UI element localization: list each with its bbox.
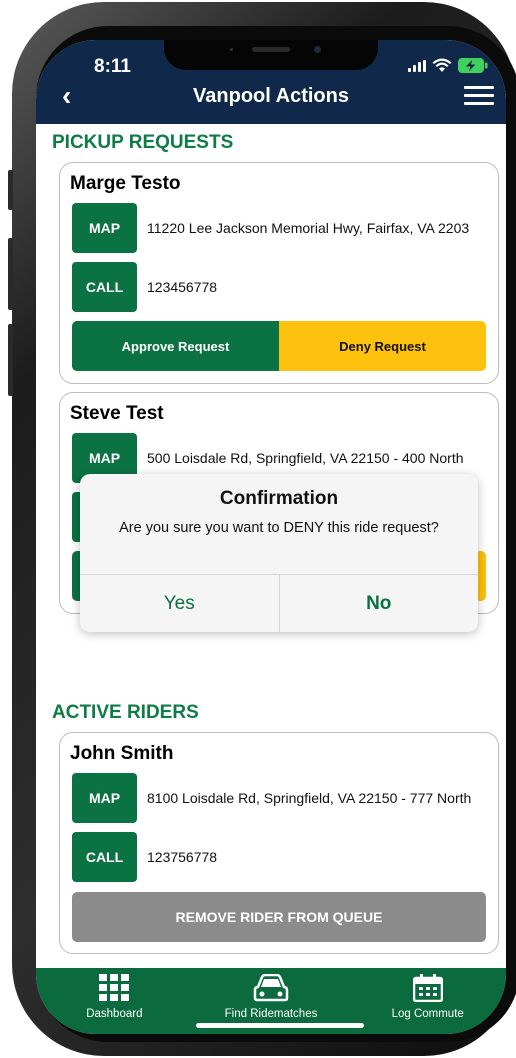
- rider-address: 8100 Loisdale Rd, Springfield, VA 22150 …: [147, 790, 472, 806]
- request-actions: Approve Request Deny Request: [72, 321, 486, 371]
- rider-name: Steve Test: [70, 403, 164, 424]
- active-rider-card: John Smith MAP 8100 Loisdale Rd, Springf…: [59, 732, 499, 954]
- active-riders-heading: ACTIVE RIDERS: [52, 702, 199, 723]
- rider-phone: 123456778: [147, 279, 218, 295]
- wifi-icon: [432, 58, 452, 72]
- calendar-icon: [412, 974, 443, 1002]
- dialog-message: Are you sure you want to DENY this ride …: [119, 520, 439, 536]
- status-time: 8:11: [94, 56, 131, 77]
- yes-button[interactable]: Yes: [80, 575, 280, 632]
- map-button[interactable]: MAP: [72, 773, 137, 823]
- address-row: MAP 8100 Loisdale Rd, Springfield, VA 22…: [72, 773, 471, 823]
- volume-up-button: [8, 238, 13, 310]
- app-header: 8:11 ‹ Vanpool Actions: [36, 40, 506, 124]
- page-title: Vanpool Actions: [193, 85, 349, 107]
- hamburger-menu-icon[interactable]: [464, 86, 494, 106]
- volume-down-button: [8, 324, 13, 396]
- dialog-title: Confirmation: [219, 488, 339, 509]
- pickup-requests-heading: PICKUP REQUESTS: [52, 132, 234, 153]
- notch: [164, 40, 378, 70]
- call-button[interactable]: CALL: [72, 262, 137, 312]
- app-screen: 8:11 ‹ Vanpool Actions PICKUP REQUESTS M…: [36, 40, 506, 1034]
- grid-icon: [99, 974, 130, 1001]
- rider-name: John Smith: [70, 743, 174, 764]
- signal-icon: [408, 59, 426, 72]
- map-button[interactable]: MAP: [72, 203, 137, 253]
- rider-address: 11220 Lee Jackson Memorial Hwy, Fairfax,…: [147, 220, 470, 236]
- car-icon: [253, 974, 289, 1002]
- remove-rider-button[interactable]: REMOVE RIDER FROM QUEUE: [72, 892, 486, 942]
- mute-switch: [8, 170, 13, 210]
- rider-phone: 123756778: [147, 849, 218, 865]
- call-button[interactable]: CALL: [72, 832, 137, 882]
- battery-charging-icon: [458, 58, 488, 73]
- address-row: MAP 11220 Lee Jackson Memorial Hwy, Fair…: [72, 203, 469, 253]
- pickup-request-card: Marge Testo MAP 11220 Lee Jackson Memori…: [59, 162, 499, 384]
- no-button[interactable]: No: [280, 575, 479, 632]
- confirmation-dialog: Confirmation Are you sure you want to DE…: [80, 474, 478, 632]
- nav-label: Find Ridematches: [224, 1008, 318, 1020]
- bottom-nav: Dashboard Find Ridematches Log Commute: [36, 968, 506, 1034]
- approve-request-button[interactable]: Approve Request: [72, 321, 279, 371]
- status-icons: [408, 58, 488, 73]
- nav-dashboard[interactable]: Dashboard: [36, 968, 193, 1034]
- nav-label: Dashboard: [86, 1008, 143, 1020]
- rider-name: Marge Testo: [70, 173, 181, 194]
- dialog-buttons: Yes No: [80, 574, 478, 632]
- home-indicator[interactable]: [196, 1023, 364, 1028]
- rider-address: 500 Loisdale Rd, Springfield, VA 22150 -…: [147, 450, 464, 466]
- nav-log-commute[interactable]: Log Commute: [349, 968, 506, 1034]
- phone-row: CALL 123456778: [72, 262, 217, 312]
- phone-row: CALL 123756778: [72, 832, 217, 882]
- nav-label: Log Commute: [391, 1008, 464, 1020]
- deny-request-button[interactable]: Deny Request: [279, 321, 486, 371]
